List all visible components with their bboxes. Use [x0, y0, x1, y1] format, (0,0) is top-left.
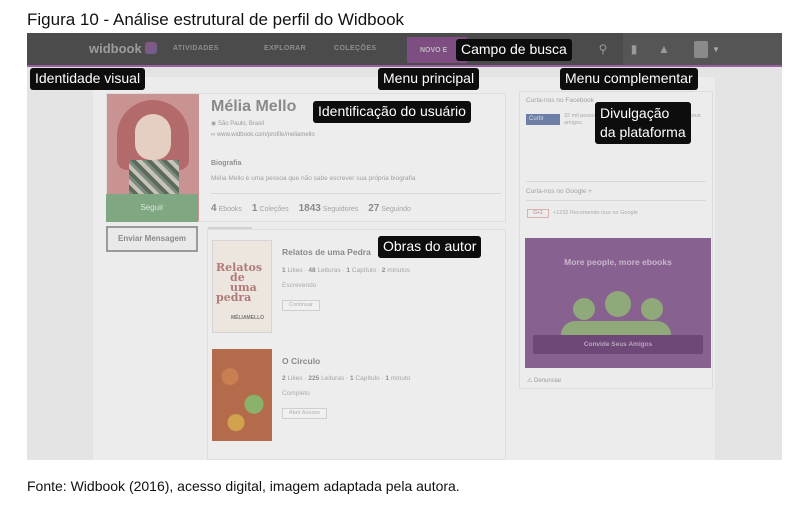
facebook-heading: Curta-nos no Facebook [526, 97, 594, 104]
work-meta: 2 Likes · 225 Leituras · 1 Capítulo · 1 … [282, 375, 411, 382]
profile-location: ◉ São Paulo, Brasil [211, 120, 264, 127]
promo-title: More people, more ebooks [564, 257, 672, 267]
stat-ebooks[interactable]: 4 Ebooks [211, 203, 242, 214]
sidebar-divider [526, 200, 706, 201]
nav-item-atividades[interactable]: ATIVIDADES [173, 45, 219, 52]
google-plus-button[interactable]: G+1 [527, 209, 549, 218]
widbook-logo[interactable]: widbook [89, 41, 157, 56]
callout-line: Divulgação [600, 105, 670, 121]
top-navigation-bar: widbook ATIVIDADES EXPLORAR COLEÇÕES NOV… [27, 33, 782, 67]
person-head-icon [573, 298, 595, 320]
sidebar-divider [526, 181, 706, 182]
widbook-screenshot: widbook ATIVIDADES EXPLORAR COLEÇÕES NOV… [27, 33, 782, 460]
callout-search-field: Campo de busca [456, 39, 572, 61]
follow-button[interactable]: Seguir [106, 194, 198, 222]
book-cover-o-circulo[interactable] [212, 349, 272, 441]
callout-platform-promotion: Divulgação da plataforma [595, 102, 691, 144]
stat-collections[interactable]: 1 Coleções [252, 203, 289, 214]
stats-icon[interactable]: ▮ [627, 42, 641, 56]
stat-followers[interactable]: 1843 Seguidores [299, 203, 359, 214]
facebook-like-button[interactable]: Curtir [526, 114, 560, 125]
people-bodies-icon [561, 321, 671, 335]
report-link[interactable]: ⚠ Denunciar [527, 377, 561, 384]
person-head-icon [605, 291, 631, 317]
notifications-icon[interactable]: ▲ [657, 42, 671, 56]
work-status: Escrevendo [282, 282, 317, 289]
callout-main-menu: Menu principal [378, 68, 480, 90]
stat-following[interactable]: 27 Seguindo [368, 203, 411, 214]
work-status: Completo [282, 390, 310, 397]
invite-promo-banner: More people, more ebooks Convide Seus Am… [525, 238, 711, 368]
location-text: São Paulo, Brasil [217, 121, 264, 127]
profile-url[interactable]: ∞ www.widbook.com/profile/meliamello [211, 132, 315, 138]
invite-friends-button[interactable]: Convide Seus Amigos [533, 335, 703, 354]
cover-title-line: de uma [230, 271, 257, 294]
callout-visual-identity: Identidade visual [30, 68, 146, 90]
url-text: www.widbook.com/profile/meliamello [216, 132, 315, 138]
nav-item-colecoes[interactable]: COLEÇÕES [334, 45, 376, 52]
bio-text: Mélia Mello é uma pessoa que não sabe es… [211, 175, 416, 182]
profile-name: Mélia Mello [211, 98, 297, 115]
work-meta: 1 Likes · 48 Leituras · 1 Capítulo · 2 m… [282, 267, 410, 274]
callout-line: da plataforma [600, 124, 686, 140]
avatar-face [135, 114, 171, 160]
figure-title: Figura 10 - Análise estrutural de perfil… [27, 10, 405, 29]
work-title[interactable]: Relatos de uma Pedra [282, 247, 371, 257]
callout-complementary-menu: Menu complementar [560, 68, 698, 90]
figure-source: Fonte: Widbook (2016), acesso digital, i… [27, 478, 460, 494]
work-title[interactable]: O Círculo [282, 356, 320, 366]
work-action-button[interactable]: Abrir Acesso [282, 408, 327, 419]
logo-mark-icon [144, 42, 157, 54]
cover-author: MÉLIAMELLO [231, 315, 265, 321]
bio-label: Biografia [211, 160, 242, 167]
location-pin-icon: ◉ [211, 121, 218, 127]
search-icon[interactable]: ⚲ [596, 42, 610, 56]
google-heading: Curta-nos no Google + [526, 188, 592, 195]
google-text: +1232 Recomende isso no Google [553, 210, 638, 216]
callout-user-identification: Identificação do usuário [313, 101, 471, 123]
warning-icon: ⚠ [527, 378, 535, 384]
book-cover-relatos[interactable]: Relatos de uma pedra MÉLIAMELLO [212, 240, 272, 333]
profile-stats: 4 Ebooks 1 Coleções 1843 Seguidores 27 Segui… [211, 203, 419, 214]
work-action-button[interactable]: Continuar [282, 300, 320, 311]
chevron-down-icon[interactable]: ▼ [712, 45, 720, 54]
profile-divider [211, 193, 501, 194]
cover-title-line: pedra [216, 291, 252, 304]
person-head-icon [641, 298, 663, 320]
nav-accent-line [27, 65, 782, 67]
logo-text: widbook [89, 41, 142, 56]
send-message-button[interactable]: Enviar Mensagem [106, 226, 198, 252]
nav-item-explorar[interactable]: EXPLORAR [264, 45, 306, 52]
author-works-list: Relatos de uma pedra MÉLIAMELLO Relatos … [207, 229, 506, 460]
user-avatar-icon[interactable] [694, 41, 708, 58]
callout-author-works: Obras do autor [378, 236, 482, 258]
